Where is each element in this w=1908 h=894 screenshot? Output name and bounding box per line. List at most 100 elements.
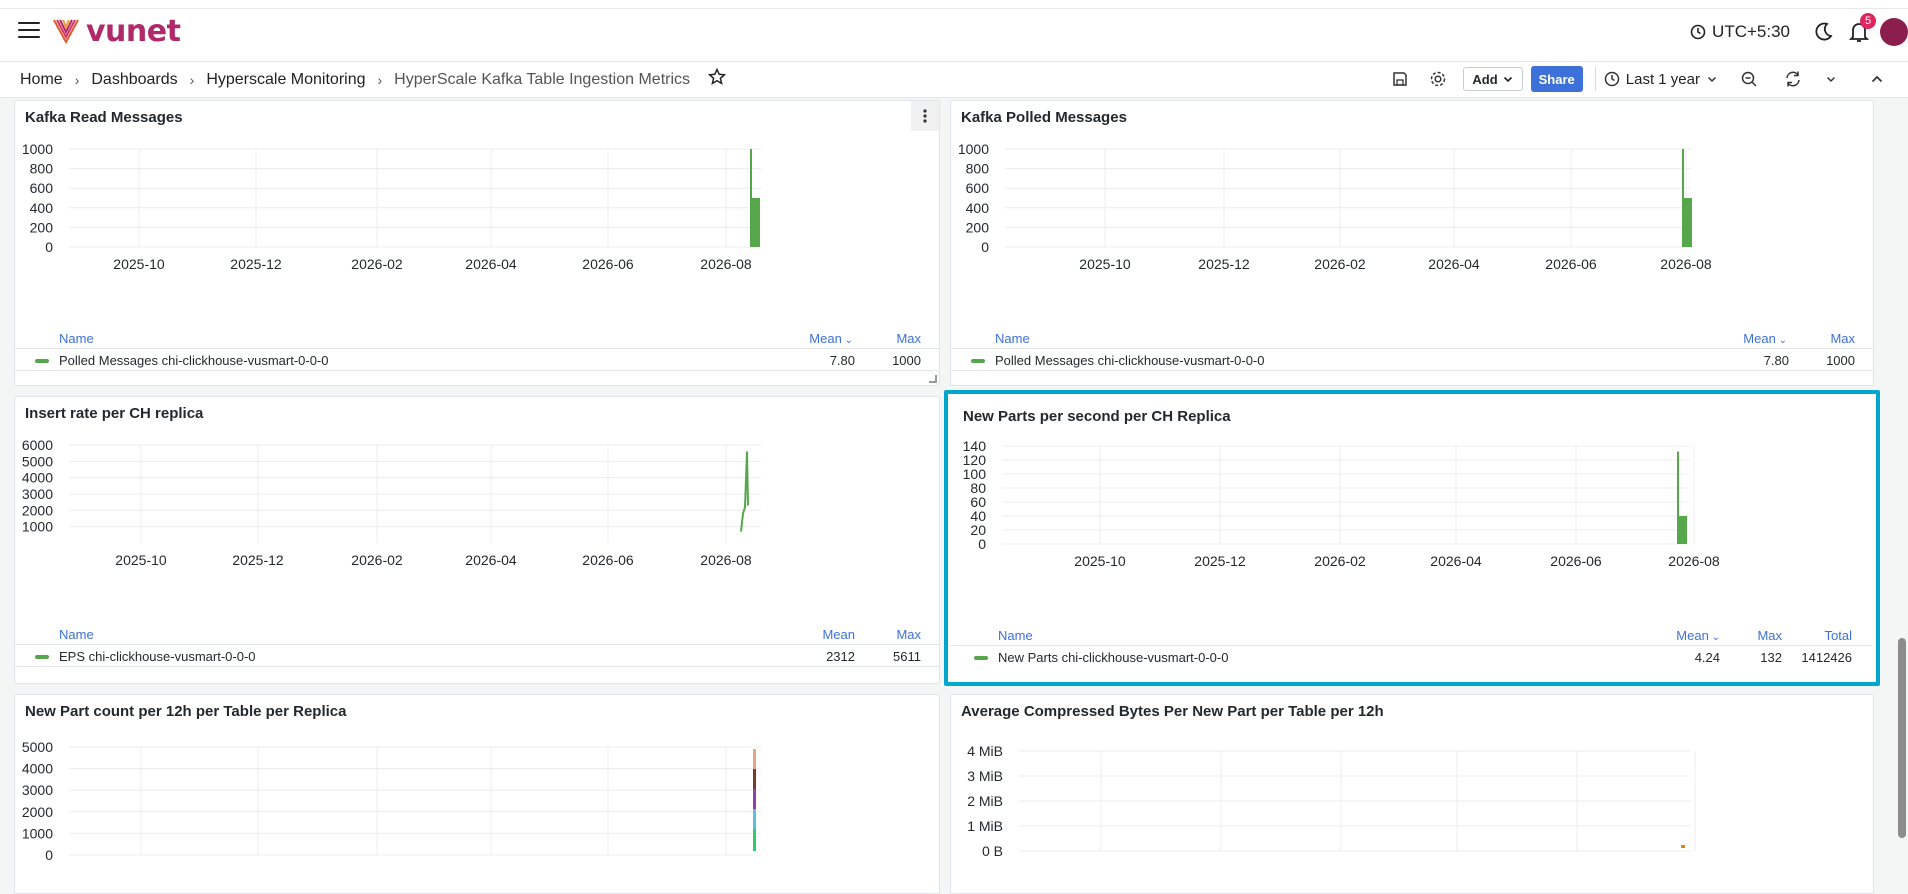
legend-col-max[interactable]: Max <box>1757 628 1782 643</box>
y-tick-label: 2000 <box>22 502 53 518</box>
notifications-button[interactable]: 5 <box>1844 13 1876 47</box>
legend-col-name[interactable]: Name <box>59 627 94 642</box>
logo-mark-icon <box>53 19 79 45</box>
y-tick-label: 60 <box>970 494 986 510</box>
x-tick-label: 2025-12 <box>1198 256 1250 272</box>
timezone-label: UTC+5:30 <box>1712 22 1790 41</box>
notification-badge: 5 <box>1860 13 1876 29</box>
series-plateau-bar <box>1679 516 1687 544</box>
breadcrumb: Home › Dashboards › Hyperscale Monitorin… <box>20 67 727 91</box>
y-tick-label: 5000 <box>22 453 53 469</box>
menu-icon[interactable] <box>18 22 40 40</box>
chart-avg-compressed-bytes: 0 B 1 MiB 2 MiB 3 MiB 4 MiB <box>967 743 1696 859</box>
legend-header: Name Mean ⌄ Max Total <box>950 624 1872 646</box>
series-color-swatch <box>35 655 49 659</box>
scrollbar-thumb[interactable] <box>1898 638 1906 838</box>
legend-series-max: 5611 <box>893 649 921 664</box>
legend-col-name[interactable]: Name <box>995 331 1030 346</box>
legend-series-max: 132 <box>1760 650 1782 665</box>
breadcrumb-home[interactable]: Home <box>20 71 63 89</box>
refresh-icon[interactable] <box>1776 65 1810 93</box>
panel-title: New Part count per 12h per Table per Rep… <box>25 703 347 720</box>
vunet-logo[interactable]: vunet <box>52 13 181 49</box>
x-tick-label: 2026-04 <box>1430 553 1482 569</box>
resize-handle[interactable] <box>929 375 937 383</box>
x-tick-label: 2026-06 <box>582 552 634 568</box>
legend-series-max: 1000 <box>1826 353 1855 368</box>
series-trace <box>1681 845 1685 848</box>
legend-header: Name Mean Max <box>15 623 939 645</box>
y-tick-label: 200 <box>30 219 54 235</box>
legend-series-max: 1000 <box>892 353 921 368</box>
panel-new-part-count[interactable]: New Part count per 12h per Table per Rep… <box>14 694 940 894</box>
gear-icon[interactable] <box>1421 65 1455 93</box>
series-color-swatch <box>971 359 985 363</box>
legend-col-mean[interactable]: Mean ⌄ <box>809 331 853 346</box>
chevron-down-icon <box>1707 76 1717 83</box>
y-tick-label: 600 <box>966 180 990 196</box>
refresh-interval-chevron-down-icon[interactable] <box>1814 65 1848 93</box>
sort-desc-icon: ⌄ <box>1775 335 1787 346</box>
panel-title: Kafka Polled Messages <box>961 109 1127 126</box>
panel-avg-compressed-bytes[interactable]: Average Compressed Bytes Per New Part pe… <box>950 694 1874 894</box>
timezone-indicator[interactable]: UTC+5:30 <box>1690 22 1790 42</box>
logo-text: vunet <box>86 13 181 49</box>
y-tick-label: 20 <box>970 522 986 538</box>
legend-row[interactable]: EPS chi-clickhouse-vusmart-0-0-0 2312 56… <box>15 645 939 667</box>
legend-header: Name Mean ⌄ Max <box>951 327 1873 349</box>
chart-new-part-count: 0 1000 2000 3000 4000 5000 <box>22 739 761 863</box>
save-icon[interactable] <box>1383 65 1417 93</box>
legend-col-max[interactable]: Max <box>896 627 921 642</box>
sort-desc-icon: ⌄ <box>841 335 853 346</box>
legend-col-max[interactable]: Max <box>896 331 921 346</box>
theme-toggle[interactable] <box>1808 17 1838 47</box>
legend-series-name: Polled Messages chi-clickhouse-vusmart-0… <box>59 353 329 368</box>
y-tick-label: 5000 <box>22 739 53 755</box>
y-tick-label: 0 <box>981 239 989 255</box>
panel-kafka-polled-messages[interactable]: Kafka Polled Messages 0 200 400 600 800 1000 2… <box>950 100 1874 386</box>
series-spike-bar <box>750 149 752 247</box>
star-icon[interactable] <box>707 67 727 91</box>
breadcrumb-dashboards[interactable]: Dashboards <box>91 71 177 89</box>
x-tick-label: 2026-08 <box>1668 553 1720 569</box>
legend-col-mean[interactable]: Mean ⌄ <box>1676 628 1720 643</box>
legend-col-total[interactable]: Total <box>1825 628 1852 643</box>
panel-title: Insert rate per CH replica <box>25 405 204 422</box>
x-tick-label: 2026-06 <box>1550 553 1602 569</box>
chevron-right-icon: › <box>74 71 80 88</box>
y-tick-label: 600 <box>30 180 54 196</box>
x-tick-label: 2026-04 <box>465 256 517 272</box>
series-trace <box>753 829 756 851</box>
y-tick-label: 1000 <box>22 519 53 535</box>
legend-col-max[interactable]: Max <box>1830 331 1855 346</box>
legend-row[interactable]: Polled Messages chi-clickhouse-vusmart-0… <box>15 349 939 371</box>
y-tick-label: 0 <box>978 536 986 552</box>
add-button[interactable]: Add <box>1463 67 1523 91</box>
page-scrollbar[interactable] <box>1894 98 1908 883</box>
panel-kafka-read-messages[interactable]: Kafka Read Messages 0 200 400 600 800 1000 202… <box>14 100 940 386</box>
legend-row[interactable]: Polled Messages chi-clickhouse-vusmart-0… <box>951 349 1873 371</box>
legend-col-name[interactable]: Name <box>998 628 1033 643</box>
share-button[interactable]: Share <box>1530 66 1583 92</box>
y-tick-label: 3 MiB <box>967 768 1003 784</box>
chevron-up-icon[interactable] <box>1860 65 1894 93</box>
x-tick-label: 2026-08 <box>1660 256 1712 272</box>
y-tick-label: 4 MiB <box>967 743 1003 759</box>
series-plateau-bar <box>752 198 760 247</box>
legend-row[interactable]: New Parts chi-clickhouse-vusmart-0-0-0 4… <box>950 646 1872 668</box>
y-tick-label: 1000 <box>958 141 989 157</box>
legend-col-mean[interactable]: Mean ⌄ <box>1743 331 1787 346</box>
panel-menu-icon[interactable] <box>911 101 939 131</box>
zoom-out-icon[interactable] <box>1732 65 1766 93</box>
y-tick-label: 40 <box>970 508 986 524</box>
panel-new-parts-per-second[interactable]: New Parts per second per CH Replica 0 20 4… <box>944 390 1880 686</box>
legend-series-mean: 2312 <box>826 649 855 664</box>
time-range-picker[interactable]: Last 1 year <box>1604 71 1718 88</box>
avatar[interactable] <box>1880 18 1908 46</box>
legend-col-mean[interactable]: Mean <box>822 627 855 642</box>
breadcrumb-folder[interactable]: Hyperscale Monitoring <box>206 71 365 89</box>
panel-insert-rate[interactable]: Insert rate per CH replica 1000 2000 3000 4… <box>14 396 940 684</box>
series-trace <box>753 769 756 791</box>
y-tick-label: 400 <box>966 200 990 216</box>
legend-col-name[interactable]: Name <box>59 331 94 346</box>
